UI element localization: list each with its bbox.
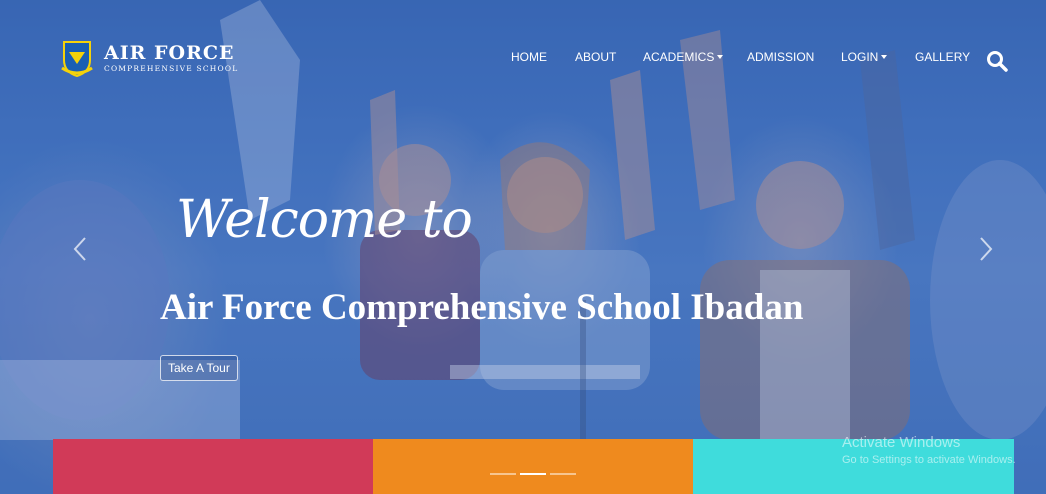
- take-a-tour-button[interactable]: Take A Tour: [160, 355, 238, 381]
- school-crest-icon: [61, 41, 93, 78]
- nav-home[interactable]: HOME: [511, 50, 547, 64]
- carousel-indicator-2[interactable]: [520, 473, 546, 475]
- nav-about[interactable]: ABOUT: [575, 50, 616, 64]
- brand-subtitle: COMPREHENSIVE SCHOOL: [104, 63, 239, 73]
- caret-down-icon: [881, 55, 888, 59]
- brand-name: AIR FORCE: [104, 41, 235, 64]
- feature-card-orange[interactable]: [373, 439, 693, 494]
- watermark-subtitle: Go to Settings to activate Windows.: [842, 454, 1016, 466]
- feature-card-red[interactable]: [53, 439, 373, 494]
- nav-login[interactable]: LOGIN: [841, 50, 888, 64]
- caret-down-icon: [717, 55, 724, 59]
- carousel-indicator-1[interactable]: [490, 473, 516, 475]
- chevron-right-icon[interactable]: [978, 236, 994, 262]
- nav-academics-label: ACADEMICS: [643, 50, 715, 64]
- nav-admission[interactable]: ADMISSION: [747, 50, 814, 64]
- site-logo[interactable]: AIR FORCE COMPREHENSIVE SCHOOL: [60, 38, 238, 78]
- hero-welcome-text: Welcome to: [176, 190, 473, 250]
- chevron-left-icon[interactable]: [72, 236, 88, 262]
- nav-academics[interactable]: ACADEMICS: [643, 50, 724, 64]
- nav-login-label: LOGIN: [841, 50, 879, 64]
- hero-headline: Air Force Comprehensive School Ibadan: [160, 287, 804, 328]
- watermark-title: Activate Windows: [842, 434, 961, 451]
- search-icon[interactable]: [986, 50, 1008, 72]
- carousel-indicator-3[interactable]: [550, 473, 576, 475]
- hero-slider: AIR FORCE COMPREHENSIVE SCHOOL HOME ABOU…: [0, 0, 1046, 494]
- nav-gallery[interactable]: GALLERY: [915, 50, 970, 64]
- windows-activation-watermark: Activate Windows Go to Settings to activ…: [842, 434, 1016, 466]
